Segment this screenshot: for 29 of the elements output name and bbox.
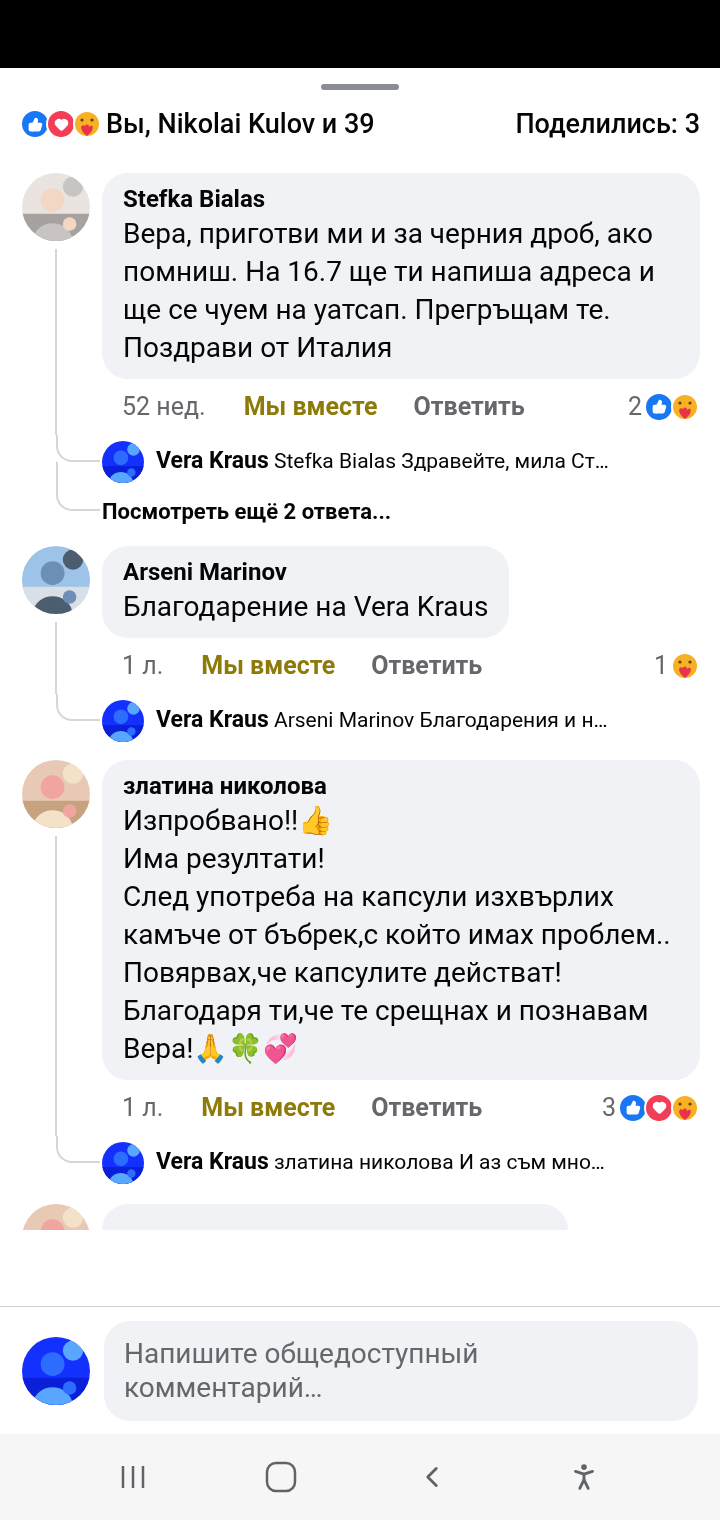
home-icon[interactable] <box>265 1461 297 1493</box>
comment-time: 52 нед. <box>122 390 206 423</box>
author-name[interactable]: златина николова <box>123 769 679 802</box>
comment-time: 1 л. <box>122 1091 164 1124</box>
comment-text: Вера, приготви ми и за черния дроб, ако помниш. На 16.7 ще ти напиша адреса и ще се чуем на уатсап. Прегръщам те. Поздрави от Италия <box>123 215 656 366</box>
author-name[interactable]: Arseni Marinov <box>123 555 489 588</box>
react-link[interactable]: Мы вместе <box>243 387 378 426</box>
reaction-count: 3 <box>601 1091 616 1124</box>
comment-text: Благодарение на Vera Kraus <box>123 588 489 625</box>
more-replies-link[interactable]: Посмотреть ещё 2 ответа... <box>102 488 392 534</box>
reaction-count: 2 <box>627 390 642 423</box>
reply-preview[interactable]: Vera Kraus златина николова И аз съм мно… <box>156 1145 605 1180</box>
drag-handle[interactable] <box>321 84 399 90</box>
react-link[interactable]: Мы вместе <box>201 1088 336 1127</box>
reply-link[interactable]: Ответить <box>371 646 483 685</box>
comment-time: 1 л. <box>122 649 164 682</box>
shares-count[interactable]: Поделились: 3 <box>515 104 700 145</box>
thread-line <box>56 488 100 511</box>
reply-link[interactable]: Ответить <box>413 387 525 426</box>
author-name[interactable]: Stefka Bialas <box>123 182 679 215</box>
comment-text: Изпробвано!!👍 Има резултати! След употреба на капсули изхвърлих камъче от бъбрек,с който имах проблем.. Повярвах,че капсулите действат! Благодаря ти,че те срещнах и познавам Вера!🙏🍀💞 <box>123 802 672 1067</box>
comment-input[interactable]: Напишите общедоступный комментарий… <box>104 1320 698 1421</box>
react-link[interactable]: Мы вместе <box>201 646 336 685</box>
reply-preview[interactable]: Vera Kraus Stefka Bialas Здравейте, мила Ст… <box>156 444 609 479</box>
reaction-count: 1 <box>653 649 668 682</box>
reply-preview[interactable]: Vera Kraus Arseni Marinov Благодарения и н… <box>156 703 608 738</box>
recent-apps-icon[interactable] <box>119 1464 147 1490</box>
reply-link[interactable]: Ответить <box>371 1088 483 1127</box>
reactions-summary[interactable]: Вы, Nikolai Kulov и 39 <box>106 104 375 145</box>
